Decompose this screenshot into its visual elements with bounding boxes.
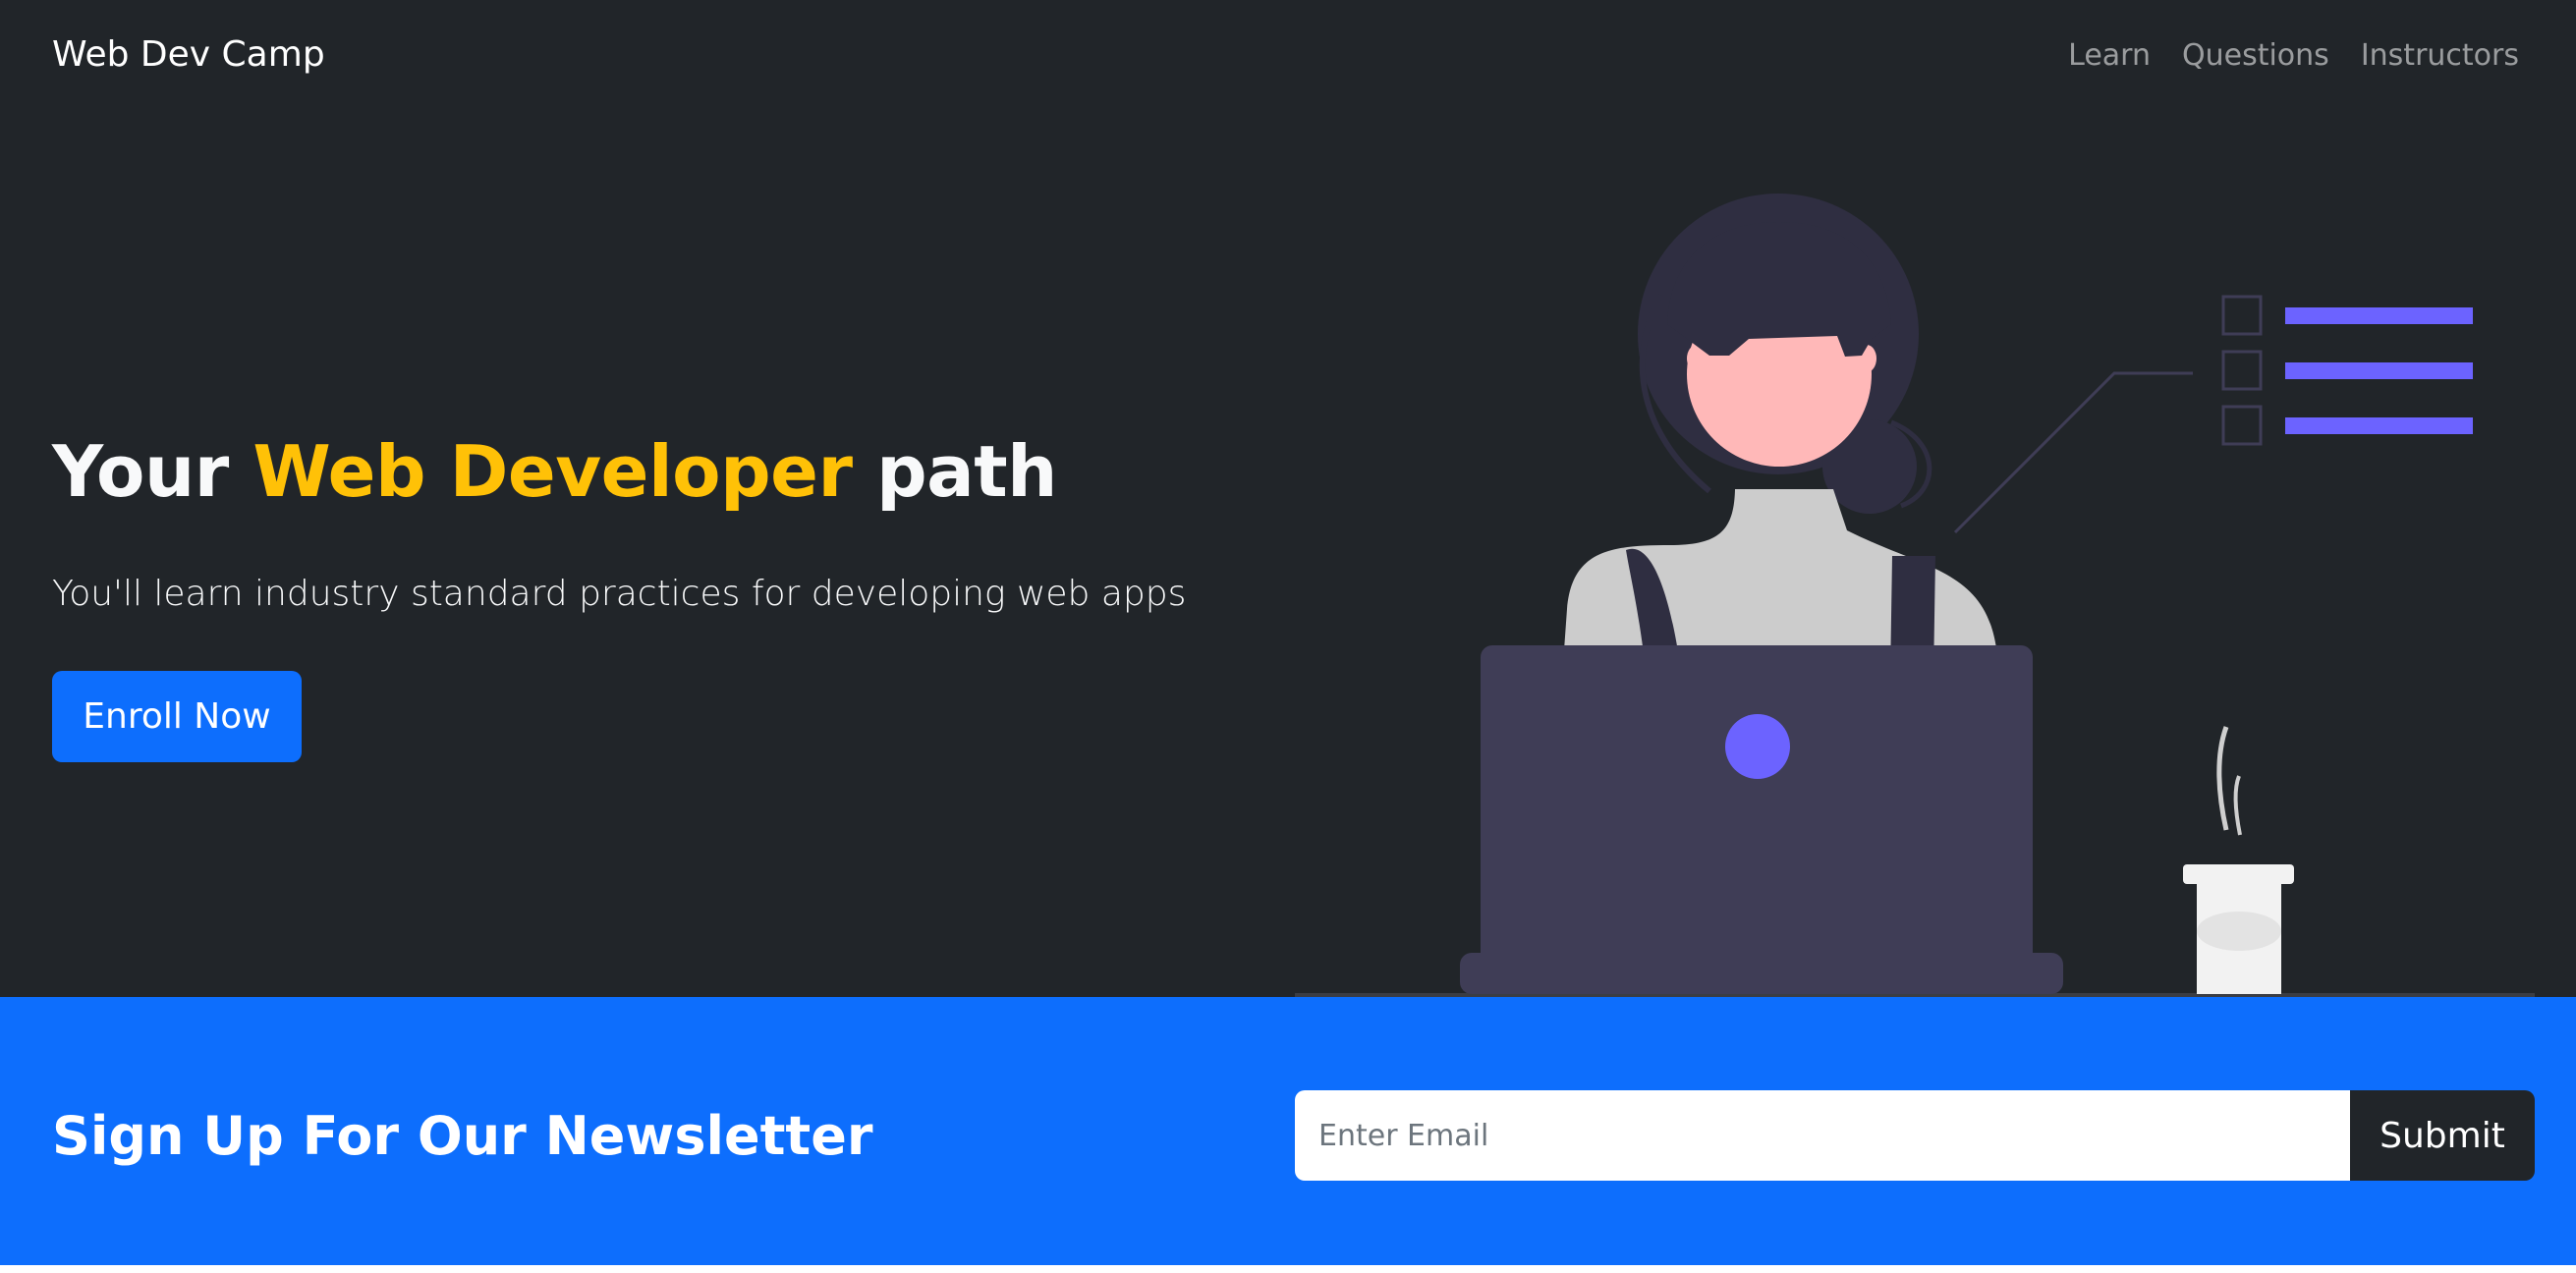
headline-suffix: path [852, 430, 1057, 513]
headline-prefix: Your [52, 430, 253, 513]
enroll-now-button[interactable]: Enroll Now [52, 671, 302, 762]
woman-figure [1562, 194, 1996, 678]
submit-button[interactable]: Submit [2350, 1090, 2535, 1181]
coffee-cup-icon [2183, 726, 2294, 994]
email-input[interactable] [1295, 1090, 2350, 1181]
laptop-icon [1460, 645, 2063, 994]
headline-accent: Web Developer [252, 430, 853, 513]
hero-lead: You'll learn industry standard practices… [52, 574, 1187, 614]
newsletter-title: Sign Up For Our Newsletter [52, 1105, 873, 1167]
hero-section: Web Dev Camp Learn Questions Instructors [0, 0, 2576, 997]
newsletter-section: Sign Up For Our Newsletter Submit [0, 997, 2576, 1265]
hero-headline: Your Web Developer path [52, 430, 1057, 513]
checklist-icon [1953, 295, 2473, 534]
page: Web Dev Camp Learn Questions Instructors [0, 0, 2576, 1273]
